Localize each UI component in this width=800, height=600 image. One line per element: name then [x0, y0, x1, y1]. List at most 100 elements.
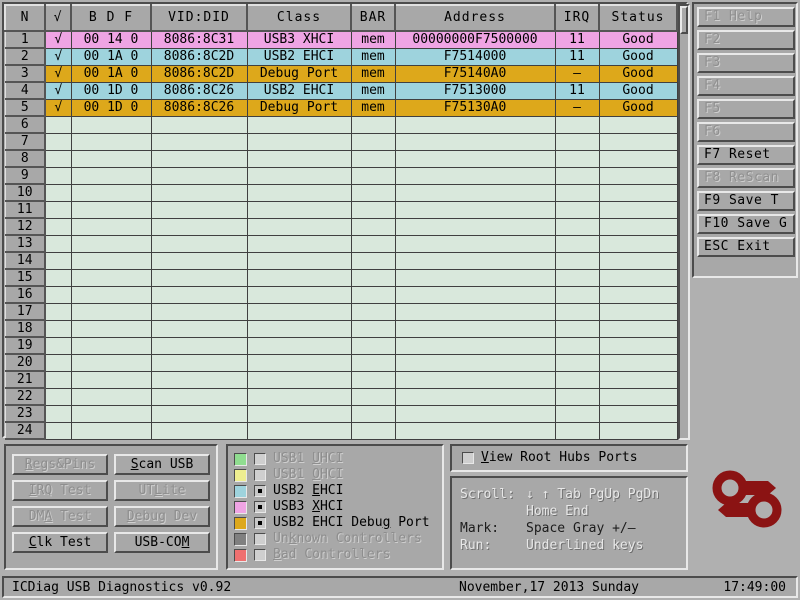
cell-address[interactable]: F7514000 — [395, 48, 556, 66]
cell-mark[interactable]: √ — [45, 48, 72, 66]
cell-irq[interactable] — [555, 422, 600, 440]
cell-index[interactable]: 13 — [4, 234, 46, 253]
cell-class[interactable] — [247, 184, 352, 202]
cell-bar[interactable] — [351, 337, 396, 355]
col-header-bdf[interactable]: B D F — [70, 4, 152, 32]
cell-irq[interactable] — [555, 201, 600, 219]
cell-mark[interactable]: √ — [45, 31, 72, 49]
table-row[interactable]: 16 — [4, 285, 678, 304]
cell-mark[interactable] — [45, 201, 72, 219]
cell-status[interactable] — [599, 303, 678, 321]
cell-address[interactable] — [395, 252, 556, 270]
cell-bar[interactable] — [351, 354, 396, 372]
cell-bdf[interactable] — [71, 167, 152, 185]
cell-bar[interactable] — [351, 388, 396, 406]
cell-index[interactable]: 6 — [4, 115, 46, 134]
cell-status[interactable] — [599, 337, 678, 355]
cell-bdf[interactable] — [71, 235, 152, 253]
cell-mark[interactable] — [45, 116, 72, 134]
cell-mark[interactable]: √ — [45, 82, 72, 100]
legend-usb3-xhci[interactable]: USB3 XHCI — [234, 499, 436, 515]
cell-bar[interactable] — [351, 286, 396, 304]
cell-class[interactable] — [247, 252, 352, 270]
cell-address[interactable] — [395, 354, 556, 372]
table-scrollbar-thumb[interactable] — [680, 6, 688, 34]
cell-bdf[interactable] — [71, 320, 152, 338]
cell-index[interactable]: 10 — [4, 183, 46, 202]
table-row[interactable]: 20 — [4, 353, 678, 372]
cell-status[interactable] — [599, 218, 678, 236]
cell-mark[interactable] — [45, 184, 72, 202]
cell-viddid[interactable] — [151, 337, 248, 355]
cell-address[interactable]: 00000000F7500000 — [395, 31, 556, 49]
cell-index[interactable]: 4 — [4, 81, 46, 100]
cell-mark[interactable] — [45, 235, 72, 253]
cell-mark[interactable] — [45, 337, 72, 355]
cell-class[interactable] — [247, 405, 352, 423]
cell-bdf[interactable] — [71, 150, 152, 168]
cell-irq[interactable] — [555, 286, 600, 304]
cell-viddid[interactable]: 8086:8C2D — [151, 64, 248, 83]
cell-viddid[interactable]: 8086:8C26 — [151, 99, 248, 117]
cell-status[interactable] — [599, 405, 678, 423]
cell-bar[interactable] — [351, 320, 396, 338]
cell-class[interactable] — [247, 167, 352, 185]
cell-bar[interactable] — [351, 405, 396, 423]
legend-checkbox[interactable] — [254, 453, 266, 465]
cell-mark[interactable] — [45, 269, 72, 287]
cell-address[interactable] — [395, 269, 556, 287]
cell-mark[interactable] — [45, 167, 72, 185]
cell-viddid[interactable] — [151, 252, 248, 270]
cell-bar[interactable] — [351, 184, 396, 202]
cell-index[interactable]: 24 — [4, 421, 46, 440]
view-root-hubs-ports-checkbox[interactable] — [462, 452, 474, 464]
legend-checkbox[interactable] — [254, 485, 266, 497]
cell-status[interactable]: Good — [599, 48, 678, 66]
cell-mark[interactable] — [45, 320, 72, 338]
cell-address[interactable] — [395, 320, 556, 338]
cell-class[interactable] — [247, 388, 352, 406]
cell-status[interactable] — [599, 133, 678, 151]
cell-mark[interactable] — [45, 371, 72, 389]
table-row[interactable]: 5 √ 00 1D 0 8086:8C26 Debug Port mem F75130A0–… — [4, 98, 678, 117]
view-root-hubs-ports-option[interactable]: View Root Hubs Ports — [450, 444, 688, 472]
cell-bar[interactable]: mem — [351, 48, 396, 66]
table-row[interactable]: 7 — [4, 132, 678, 151]
cell-address[interactable] — [395, 150, 556, 168]
cell-class[interactable] — [247, 218, 352, 236]
table-row[interactable]: 12 — [4, 217, 678, 236]
cell-bdf[interactable] — [71, 354, 152, 372]
cell-status[interactable] — [599, 354, 678, 372]
legend-checkbox[interactable] — [254, 469, 266, 481]
fkey-f9-save-t[interactable]: F9 Save T — [697, 191, 795, 211]
cell-mark[interactable] — [45, 354, 72, 372]
cell-class[interactable] — [247, 286, 352, 304]
usb-com-button[interactable]: USB-COM — [114, 532, 210, 553]
cell-viddid[interactable] — [151, 167, 248, 185]
cell-bar[interactable] — [351, 303, 396, 321]
col-header-bar[interactable]: BAR — [350, 4, 396, 32]
cell-class[interactable]: USB2 EHCI — [247, 82, 352, 100]
cell-bdf[interactable]: 00 1A 0 — [71, 64, 152, 83]
cell-bar[interactable] — [351, 422, 396, 440]
cell-address[interactable] — [395, 184, 556, 202]
cell-irq[interactable] — [555, 337, 600, 355]
cell-status[interactable] — [599, 184, 678, 202]
cell-status[interactable] — [599, 320, 678, 338]
cell-mark[interactable]: √ — [45, 99, 72, 117]
cell-class[interactable]: Debug Port — [247, 64, 352, 83]
table-row[interactable]: 18 — [4, 319, 678, 338]
cell-viddid[interactable] — [151, 405, 248, 423]
cell-class[interactable] — [247, 371, 352, 389]
cell-viddid[interactable] — [151, 201, 248, 219]
cell-viddid[interactable] — [151, 133, 248, 151]
cell-bar[interactable] — [351, 150, 396, 168]
cell-mark[interactable] — [45, 218, 72, 236]
cell-index[interactable]: 21 — [4, 370, 46, 389]
cell-index[interactable]: 12 — [4, 217, 46, 236]
cell-mark[interactable] — [45, 133, 72, 151]
cell-irq[interactable]: 11 — [555, 82, 600, 100]
cell-irq[interactable]: – — [555, 99, 600, 117]
cell-address[interactable]: F75130A0 — [395, 99, 556, 117]
col-header-class[interactable]: Class — [246, 4, 352, 32]
